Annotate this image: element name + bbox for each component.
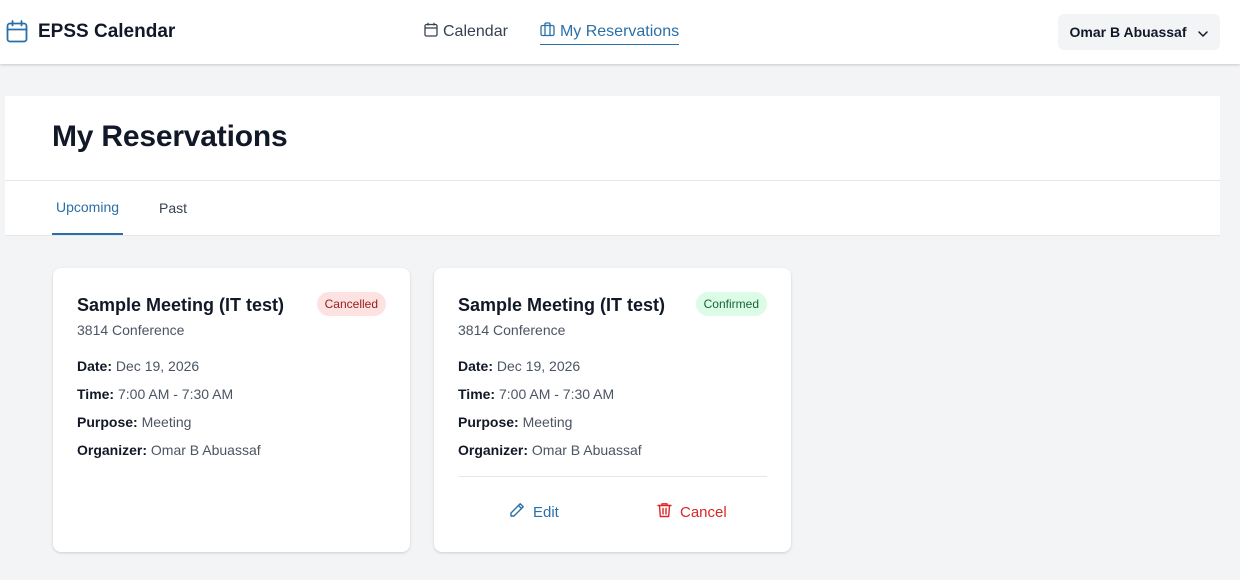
user-menu-button[interactable]: Omar B Abuassaf	[1058, 14, 1220, 50]
pencil-icon	[509, 502, 525, 522]
reservation-date: Date: Dec 19, 2026	[458, 358, 580, 374]
trash-icon	[657, 502, 672, 522]
app-title: EPSS Calendar	[38, 21, 176, 42]
time-value: 7:00 AM - 7:30 AM	[117, 386, 234, 402]
date-label: Date:	[458, 358, 494, 374]
time-label: Time:	[458, 386, 496, 402]
reservation-organizer: Organizer: Omar B Abuassaf	[77, 442, 261, 458]
reservation-card: Sample Meeting (IT test) Confirmed 3814 …	[434, 268, 791, 552]
cancel-label: Cancel	[680, 503, 727, 521]
reservation-title: Sample Meeting (IT test)	[458, 295, 666, 315]
cancel-reservation-button[interactable]: Cancel	[657, 502, 727, 522]
organizer-value: Omar B Abuassaf	[150, 442, 261, 458]
nav-reservations-label: My Reservations	[559, 23, 680, 40]
tab-past[interactable]: Past	[155, 181, 191, 235]
divider	[5, 235, 1220, 236]
edit-button[interactable]: Edit	[509, 502, 559, 522]
divider	[458, 476, 767, 477]
purpose-label: Purpose:	[458, 414, 519, 430]
status-badge: Confirmed	[695, 292, 767, 316]
time-label: Time:	[77, 386, 115, 402]
reservation-room: 3814 Conference	[458, 322, 566, 338]
user-name: Omar B Abuassaf	[1069, 24, 1187, 40]
edit-label: Edit	[533, 503, 559, 521]
nav-reservations-link[interactable]: My Reservations	[539, 20, 680, 45]
briefcase-icon	[540, 22, 555, 42]
main-nav: Calendar My Reservations	[424, 20, 680, 46]
calendar-icon	[6, 20, 28, 44]
reservation-tabs: Upcoming Past	[52, 181, 223, 236]
reservation-room: 3814 Conference	[77, 322, 185, 338]
chevron-down-icon	[1198, 24, 1209, 40]
purpose-value: Meeting	[141, 414, 192, 430]
calendar-icon	[424, 22, 438, 42]
nav-calendar-label: Calendar	[443, 23, 508, 40]
purpose-value: Meeting	[522, 414, 573, 430]
reservation-organizer: Organizer: Omar B Abuassaf	[458, 442, 642, 458]
nav-calendar-link[interactable]: Calendar	[424, 20, 508, 44]
tab-upcoming[interactable]: Upcoming	[52, 181, 124, 235]
reservation-title: Sample Meeting (IT test)	[77, 295, 285, 315]
reservation-time: Time: 7:00 AM - 7:30 AM	[77, 386, 233, 402]
purpose-label: Purpose:	[77, 414, 138, 430]
page-header-panel: My Reservations Upcoming Past	[5, 96, 1220, 236]
reservation-purpose: Purpose: Meeting	[77, 414, 191, 430]
date-label: Date:	[77, 358, 113, 374]
date-value: Dec 19, 2026	[496, 358, 581, 374]
date-value: Dec 19, 2026	[115, 358, 200, 374]
organizer-value: Omar B Abuassaf	[531, 442, 642, 458]
page-title: My Reservations	[52, 120, 288, 153]
top-navigation-bar: EPSS Calendar Calendar My Reservations O…	[0, 0, 1240, 64]
time-value: 7:00 AM - 7:30 AM	[498, 386, 615, 402]
status-badge: Cancelled	[316, 292, 386, 316]
reservation-purpose: Purpose: Meeting	[458, 414, 572, 430]
reservation-card: Sample Meeting (IT test) Cancelled 3814 …	[53, 268, 410, 552]
reservation-date: Date: Dec 19, 2026	[77, 358, 199, 374]
brand[interactable]: EPSS Calendar	[6, 20, 175, 44]
organizer-label: Organizer:	[77, 442, 148, 458]
organizer-label: Organizer:	[458, 442, 529, 458]
reservation-time: Time: 7:00 AM - 7:30 AM	[458, 386, 614, 402]
